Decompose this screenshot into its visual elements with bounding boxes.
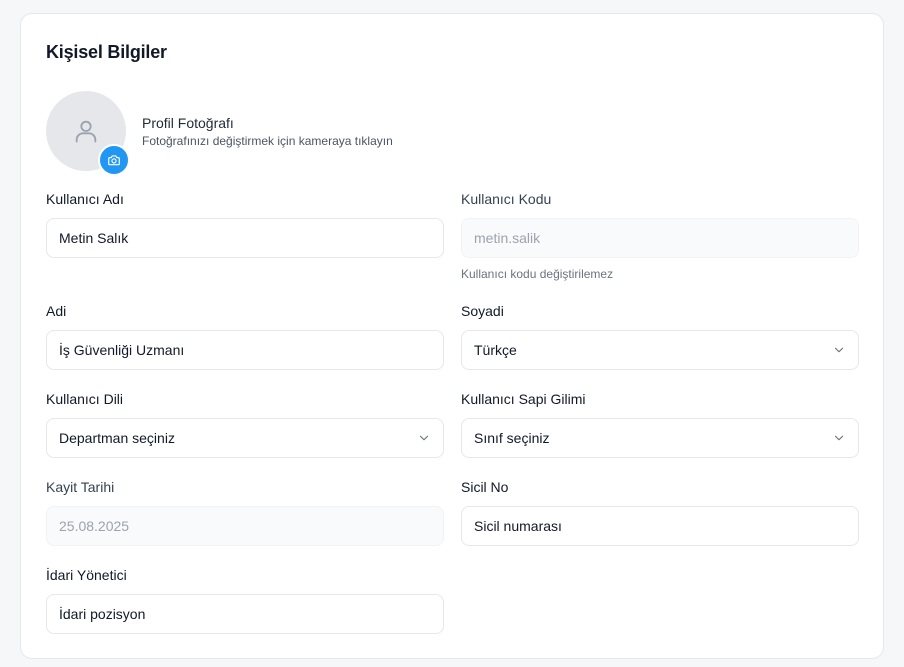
username-value: Metin Salık: [59, 230, 129, 246]
profile-photo-title: Profil Fotoğrafı: [142, 115, 234, 131]
username-input[interactable]: Metin Salık: [46, 218, 444, 258]
section-title: Kişisel Bilgiler: [46, 42, 167, 62]
user-class-value: Sınıf seçiniz: [474, 430, 550, 446]
user-code-value: metin.salik: [474, 230, 541, 246]
user-code-input: metin.salik: [461, 218, 859, 258]
registry-number-input[interactable]: Sicil numarası: [461, 506, 859, 546]
change-photo-button[interactable]: [98, 144, 130, 176]
registry-number-value: Sicil numarası: [474, 518, 562, 534]
user-class-label: Kullanıcı Sapi Gilimi: [461, 391, 586, 407]
last-name-select[interactable]: Türkçe: [461, 330, 859, 370]
personal-info-card: Kişisel Bilgiler Profil Fotoğrafı Fotoğr…: [20, 13, 884, 659]
last-name-label: Soyadi: [461, 303, 504, 319]
registry-number-label: Sicil No: [461, 479, 509, 495]
chevron-down-icon: [832, 343, 846, 357]
chevron-down-icon: [832, 431, 846, 445]
user-icon: [75, 120, 97, 143]
chevron-down-icon: [417, 431, 431, 445]
user-code-hint: Kullanıcı kodu değiştirilemez: [461, 267, 614, 281]
user-language-label: Kullanıcı Dili: [46, 391, 124, 407]
admin-manager-input[interactable]: İdari pozisyon: [46, 594, 444, 634]
user-class-select[interactable]: Sınıf seçiniz: [461, 418, 859, 458]
registration-date-value: 25.08.2025: [59, 518, 130, 534]
admin-manager-value: İdari pozisyon: [59, 606, 146, 622]
user-code-label: Kullanıcı Kodu: [461, 191, 552, 207]
username-label: Kullanıcı Adı: [46, 191, 124, 207]
first-name-value: İş Güvenliği Uzmanı: [59, 342, 185, 358]
registration-date-input: 25.08.2025: [46, 506, 444, 546]
last-name-value: Türkçe: [474, 342, 517, 358]
first-name-input[interactable]: İş Güvenliği Uzmanı: [46, 330, 444, 370]
user-language-select[interactable]: Departman seçiniz: [46, 418, 444, 458]
registration-date-label: Kayit Tarihi: [46, 479, 115, 495]
user-language-value: Departman seçiniz: [59, 430, 175, 446]
profile-photo-description: Fotoğrafınızı değiştirmek için kameraya …: [142, 134, 393, 148]
camera-icon: [108, 155, 120, 166]
first-name-label: Adi: [46, 303, 67, 319]
admin-manager-label: İdari Yönetici: [46, 567, 127, 583]
